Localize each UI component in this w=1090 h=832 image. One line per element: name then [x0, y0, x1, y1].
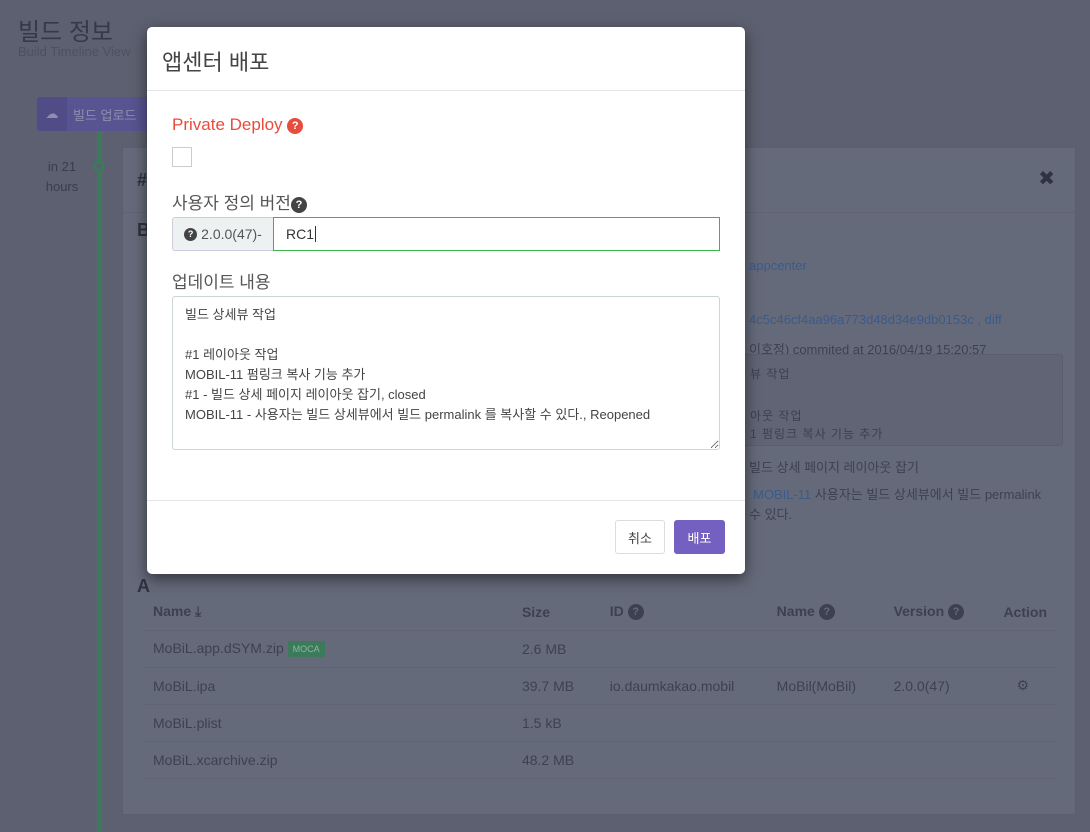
modal-title: 앱센터 배포 [147, 27, 745, 91]
bundle-id: io.daumkakao.mobil [599, 667, 767, 705]
col-version: Version ? [883, 594, 994, 631]
size: 2.6 MB [511, 630, 600, 668]
table-row: MoBiL.xcarchive.zip 48.2 MB [143, 741, 1057, 779]
upload-label: 빌드 업로드 [73, 107, 137, 123]
deploy-button[interactable]: 배포 [674, 520, 725, 554]
divider [147, 500, 745, 501]
help-icon: ? [627, 604, 644, 621]
custom-version-label: 사용자 정의 버전? [172, 189, 307, 214]
artifacts-table: Name ⤓ Size ID ? Name ? Version ? Action… [143, 594, 1057, 779]
commit-line: 1 펌링크 복사 기능 추가 [750, 427, 884, 441]
size: 48.2 MB [511, 741, 600, 779]
update-notes-label: 업데이트 내용 [172, 273, 271, 292]
page-subtitle: Build Timeline View [18, 44, 131, 59]
help-icon[interactable]: ? [287, 118, 304, 134]
cancel-button[interactable]: 취소 [615, 520, 665, 554]
download-icon: ⤓ [195, 603, 202, 620]
file-link[interactable]: MoBiL.ipa [143, 667, 512, 705]
update-notes-textarea[interactable] [172, 296, 720, 450]
size: 39.7 MB [511, 667, 600, 705]
file-link[interactable]: MoBiL.app.dSYM.zip [153, 640, 284, 656]
help-icon[interactable]: ? [290, 197, 307, 213]
file-link[interactable]: MoBiL.plist [143, 704, 512, 742]
commit-line: 아웃 작업 [750, 409, 803, 423]
version: 2.0.0(47) [883, 667, 994, 705]
table-row: MoBiL.ipa 39.7 MB io.daumkakao.mobil MoBil(… [143, 667, 1057, 705]
issue-text: 수 있다. [749, 507, 793, 522]
col-app-name: Name ? [766, 594, 884, 631]
help-icon: ? [948, 604, 965, 621]
timeline-dot [93, 160, 105, 172]
version-input[interactable]: RC1 [273, 217, 720, 251]
private-deploy-label: Private Deploy ? [172, 115, 304, 135]
gear-icon[interactable]: ⚙ [993, 667, 1057, 705]
page-title: 빌드 정보 [18, 19, 113, 46]
issue-text: 사용자는 빌드 상세뷰에서 빌드 permalink [811, 487, 1042, 502]
diff-link[interactable]: , diff [977, 312, 1001, 327]
cloud-upload-icon: ☁ [37, 97, 67, 131]
col-size: Size [511, 594, 600, 631]
table-row: MoBiL.plist 1.5 kB [143, 704, 1057, 742]
help-icon: ? [818, 604, 835, 621]
moca-badge: MOCA [287, 641, 325, 658]
timeline-time: in 21 hours [45, 159, 79, 194]
size: 1.5 kB [511, 704, 600, 742]
col-action: Action [993, 594, 1057, 631]
private-deploy-checkbox[interactable] [172, 147, 192, 167]
issue-link[interactable]: MOBIL-11 [753, 487, 811, 502]
help-icon: ? [184, 227, 198, 241]
timeline-line [97, 131, 102, 832]
col-name[interactable]: Name ⤓ [143, 594, 512, 631]
build-number: # [137, 170, 148, 190]
app-name: MoBil(MoBil) [766, 667, 884, 705]
close-icon[interactable]: ✖ [1038, 166, 1055, 191]
repo-link[interactable]: appcenter [749, 258, 807, 273]
commit-link[interactable]: 4c5c46cf4aa96a773d48d34e9db0153c [749, 312, 974, 327]
table-row: MoBiL.app.dSYM.zip MOCA 2.6 MB [143, 630, 1057, 668]
issue-line: 빌드 상세 페이지 레이아웃 잡기 [749, 460, 919, 475]
commit-message: 뷰 작업 아웃 작업 1 펌링크 복사 기능 추가 [741, 354, 1063, 446]
appcenter-deploy-modal: 앱센터 배포 Private Deploy ? 사용자 정의 버전? ? 2.0.… [147, 27, 745, 574]
version-prefix: ? 2.0.0(47)- [172, 217, 273, 251]
commit-line: 뷰 작업 [750, 367, 791, 381]
file-link[interactable]: MoBiL.xcarchive.zip [143, 741, 512, 779]
col-id: ID ? [599, 594, 767, 631]
